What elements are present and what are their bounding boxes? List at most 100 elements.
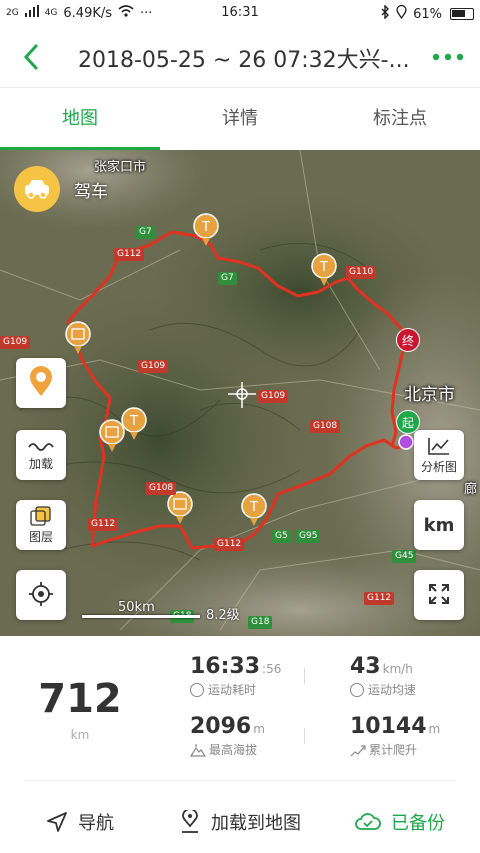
end-badge[interactable]: 终: [396, 328, 420, 352]
duration-seconds: :56: [262, 662, 282, 676]
divider: [24, 780, 456, 781]
current-point: [398, 434, 414, 450]
altitude-value: 2096: [190, 714, 252, 739]
mountain-icon: [190, 743, 206, 757]
road-label: G112: [364, 592, 395, 605]
place-beijing: 北京市: [404, 385, 455, 405]
speed-label: 运动均速: [368, 683, 417, 697]
layers-button[interactable]: 图层: [16, 500, 66, 550]
backed-up-label: 已备份: [391, 812, 445, 834]
load-to-map-button[interactable]: 加载到地图: [160, 790, 320, 853]
target-icon: [29, 582, 53, 606]
road-label: G112: [114, 248, 145, 261]
climb-value: 10144: [350, 714, 427, 739]
analysis-button[interactable]: 分析图: [414, 430, 464, 480]
road-label: G5: [272, 530, 291, 543]
medal-button[interactable]: [16, 358, 66, 408]
road-label: G7: [136, 226, 155, 239]
navigate-button[interactable]: 导航: [0, 790, 160, 853]
road-label: G95: [296, 530, 321, 543]
duration-stat: 16:33:56 运动耗时: [190, 654, 281, 698]
climb-icon: [350, 744, 366, 756]
expand-icon: [429, 584, 449, 604]
road-label: G112: [88, 518, 119, 531]
unit-toggle-button[interactable]: km: [414, 500, 464, 550]
duration-value: 16:33: [190, 654, 261, 679]
divider: [304, 668, 305, 684]
altitude-unit: m: [253, 722, 265, 736]
road-label: G109: [138, 360, 169, 373]
bottom-actions: 导航 加载到地图 已备份: [0, 790, 480, 853]
battery-percent: 61%: [413, 6, 442, 22]
tab-details[interactable]: 详情: [160, 88, 320, 150]
svg-text:T: T: [129, 414, 138, 429]
speed-stat: 43 km/h 运动均速: [350, 654, 416, 698]
road-label: G110: [346, 266, 377, 279]
svg-text:T: T: [319, 260, 328, 275]
layers-icon: [30, 505, 51, 526]
tab-bar: 地图 详情 标注点: [0, 88, 480, 150]
backed-up-button[interactable]: 已备份: [320, 790, 480, 853]
cloud-check-icon: [355, 812, 381, 830]
place-langfang: 廊: [464, 482, 478, 497]
status-bar: 2G 4G 6.49K/s ··· 16:31 61%: [0, 0, 480, 26]
scale-bar: [82, 615, 200, 618]
start-badge-label: 起: [401, 416, 414, 430]
bluetooth-icon: [380, 4, 390, 23]
divider: [304, 728, 305, 744]
road-label: G109: [258, 390, 289, 403]
duration-label: 运动耗时: [208, 683, 257, 697]
road-label: G112: [214, 538, 245, 551]
locate-button[interactable]: [16, 570, 66, 620]
fullscreen-button[interactable]: [414, 570, 464, 620]
car-icon: [14, 166, 60, 212]
load-label: 加载: [28, 456, 53, 471]
distance-value: 712: [38, 676, 122, 722]
tab-markers[interactable]: 标注点: [320, 88, 480, 150]
drive-mode-label: 驾车: [74, 181, 108, 202]
line-chart-icon: [428, 437, 449, 455]
back-button[interactable]: [18, 40, 48, 74]
distance-unit: km: [70, 728, 90, 742]
load-button[interactable]: 加载: [16, 430, 66, 480]
speed-value: 43: [350, 654, 381, 679]
road-label: G7: [218, 272, 237, 285]
end-badge-label: 终: [401, 334, 414, 348]
more-dots-icon: [432, 53, 464, 61]
road-label: G109: [0, 336, 31, 349]
climb-stat: 10144 m 累计爬升: [350, 714, 440, 758]
stats-panel: 712 km 16:33:56 运动耗时 43 km/h 运动均速 2096 m 最…: [0, 636, 480, 776]
navigation-arrow-icon: [47, 811, 67, 832]
page-title: 2018-05-25 ~ 26 07:32大兴-...: [78, 48, 410, 73]
location-icon: [396, 4, 407, 23]
unit-toggle-label: km: [423, 514, 455, 536]
header: 2018-05-25 ~ 26 07:32大兴-...: [0, 26, 480, 88]
svg-text:T: T: [249, 500, 258, 515]
climb-label: 累计爬升: [369, 743, 418, 757]
more-button[interactable]: [430, 44, 466, 70]
map-scale: 50km: [82, 600, 202, 620]
road-label: G108: [146, 482, 177, 495]
status-right: 61%: [380, 4, 474, 23]
road-label: G18: [248, 616, 273, 629]
battery-icon: [450, 8, 474, 20]
speedometer-icon: [350, 682, 364, 697]
road-label: G45: [392, 550, 417, 563]
clock-icon: [190, 682, 204, 697]
load-to-map-label: 加载到地图: [211, 812, 301, 834]
wave-icon: [28, 442, 54, 451]
location-pin-icon: [30, 366, 52, 396]
zoom-level: 8.2级: [206, 608, 240, 623]
altitude-stat: 2096 m 最高海拔: [190, 714, 265, 758]
svg-text:T: T: [201, 220, 210, 235]
altitude-label: 最高海拔: [209, 743, 258, 757]
navigate-label: 导航: [78, 812, 114, 834]
drive-mode-button[interactable]: 驾车: [14, 166, 108, 212]
road-label: G108: [310, 420, 341, 433]
tab-map[interactable]: 地图: [0, 88, 160, 150]
chevron-left-icon: [23, 44, 38, 70]
map-pin-icon: [182, 809, 198, 833]
map-view[interactable]: T T T T 终 起 张家口市 北京市 廊 G7 G112 G7 G110 G…: [0, 150, 480, 636]
analysis-label: 分析图: [420, 459, 457, 474]
layers-label: 图层: [28, 529, 53, 544]
